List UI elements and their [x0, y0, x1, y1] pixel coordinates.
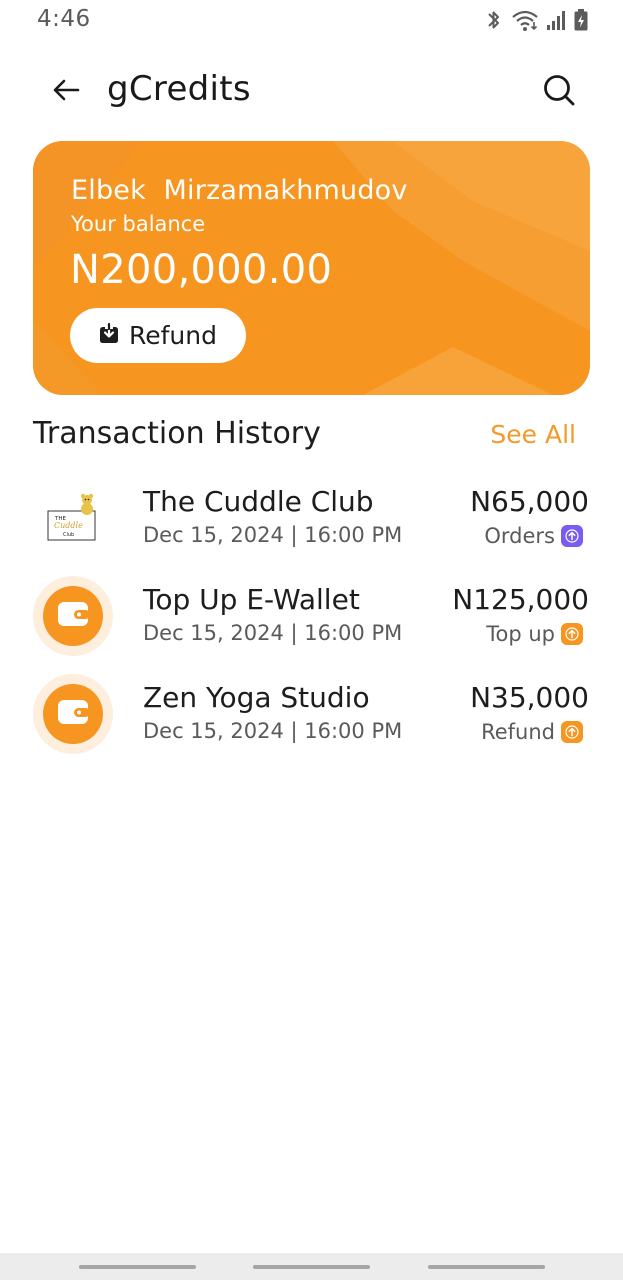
page-title: gCredits [107, 69, 251, 109]
transaction-name: Top Up E-Wallet [143, 583, 360, 616]
transaction-date: Dec 15, 2024 | 16:00 PM [143, 621, 403, 645]
battery-charging-icon [573, 8, 589, 32]
transaction-name: The Cuddle Club [143, 485, 374, 518]
balance-card: Elbek Mirzamakhmudov Your balance N200,0… [33, 141, 590, 395]
transaction-date: Dec 15, 2024 | 16:00 PM [143, 719, 403, 743]
nav-back-handle[interactable] [428, 1265, 545, 1269]
transaction-amount: N35,000 [470, 681, 589, 714]
arrow-up-icon [561, 623, 583, 645]
status-bar: 4:46 [0, 0, 623, 42]
transaction-type: Orders [484, 524, 583, 548]
nav-recents-handle[interactable] [79, 1265, 196, 1269]
transaction-type-label: Top up [486, 622, 555, 646]
cuddle-logo-line3: Club [63, 532, 74, 538]
transaction-row[interactable]: THE Cuddle Club The Cuddle Club Dec 15, … [0, 478, 623, 564]
transaction-name: Zen Yoga Studio [143, 681, 370, 714]
back-button[interactable] [46, 72, 86, 112]
arrow-up-icon [561, 525, 583, 547]
wifi-icon [511, 8, 539, 32]
cuddle-logo-line2: Cuddle [54, 521, 83, 530]
transaction-amount: N125,000 [452, 583, 589, 616]
status-time: 4:46 [37, 6, 91, 32]
transaction-row[interactable]: Zen Yoga Studio Dec 15, 2024 | 16:00 PM … [0, 674, 623, 760]
transaction-row[interactable]: Top Up E-Wallet Dec 15, 2024 | 16:00 PM … [0, 576, 623, 662]
transaction-thumb [33, 674, 113, 754]
balance-label: Your balance [71, 212, 206, 236]
transaction-amount: N65,000 [470, 485, 589, 518]
transaction-thumb [33, 576, 113, 656]
cuddle-club-logo: THE Cuddle Club [33, 478, 113, 558]
see-all-link[interactable]: See All [490, 420, 576, 449]
search-button[interactable] [537, 70, 581, 114]
arrow-left-icon [51, 75, 81, 109]
wallet-icon [56, 697, 90, 731]
transaction-type-label: Refund [481, 720, 555, 744]
gcredits-screen: 4:46 gCredits Elbek Mirzamakhmudov Your … [0, 0, 623, 1280]
transaction-date: Dec 15, 2024 | 16:00 PM [143, 523, 403, 547]
transaction-history-title: Transaction History [33, 416, 321, 451]
refund-button-label: Refund [129, 321, 217, 350]
card-user-name: Elbek Mirzamakhmudov [71, 175, 408, 206]
transaction-type: Refund [481, 720, 583, 744]
arrow-up-icon [561, 721, 583, 743]
transaction-type-label: Orders [484, 524, 555, 548]
refund-button[interactable]: Refund [70, 308, 246, 363]
balance-amount: N200,000.00 [70, 247, 333, 293]
signal-icon [546, 8, 566, 32]
app-header: gCredits [0, 60, 623, 124]
system-nav-bar [0, 1253, 623, 1280]
search-icon [542, 73, 576, 111]
wallet-icon [56, 599, 90, 633]
nav-home-handle[interactable] [253, 1265, 370, 1269]
bluetooth-icon [484, 8, 504, 32]
transaction-type: Top up [486, 622, 583, 646]
status-icons [484, 8, 589, 32]
download-icon [97, 322, 121, 350]
